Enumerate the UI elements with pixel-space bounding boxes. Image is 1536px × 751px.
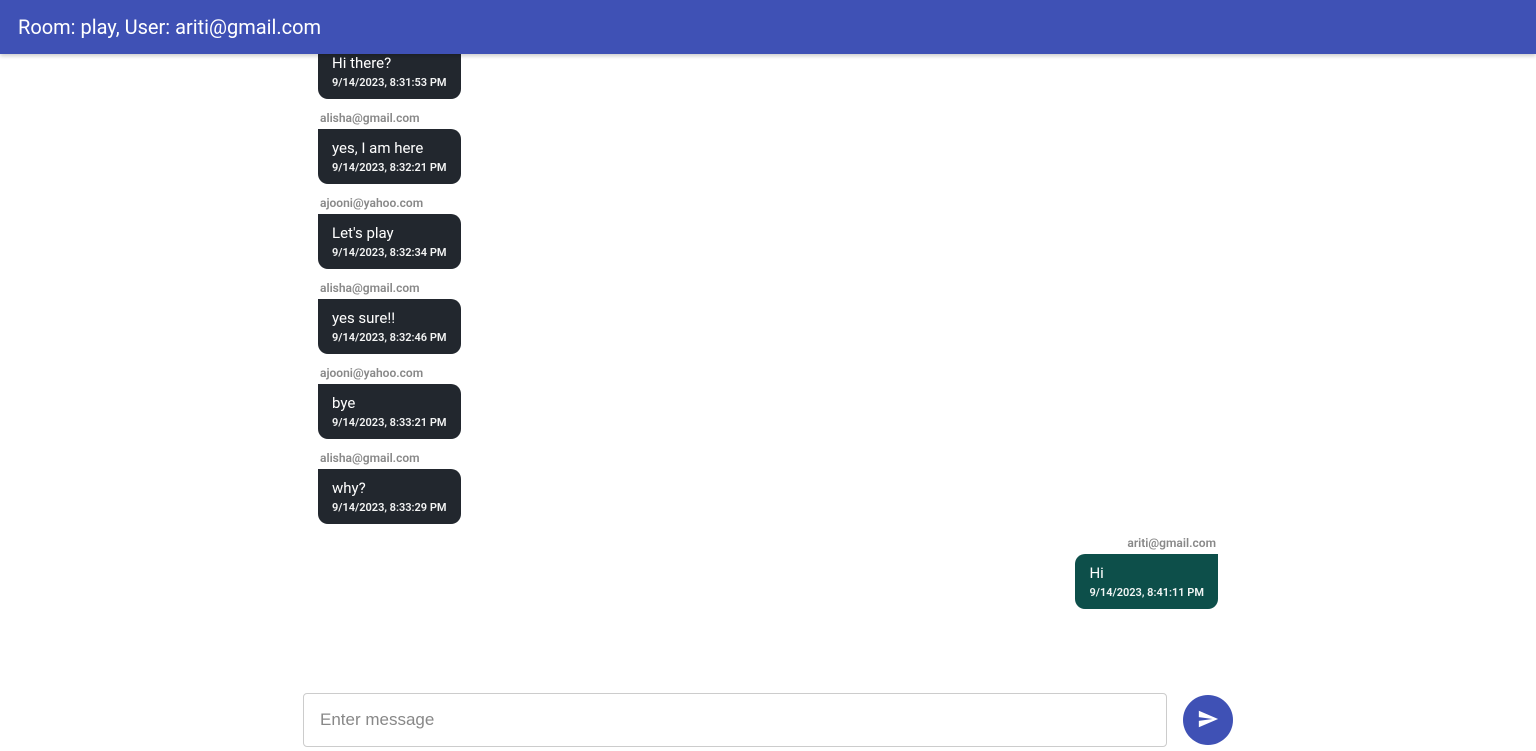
message-item: alisha@gmail.com yes, I am here 9/14/2023,… — [318, 111, 1218, 184]
message-sender: ajooni@yahoo.com — [318, 366, 425, 380]
message-timestamp: 9/14/2023, 8:32:21 PM — [332, 161, 447, 174]
message-item: ajooni@yahoo.comHi there?9/14/2023, 8:31… — [318, 64, 1218, 99]
message-timestamp: 9/14/2023, 8:32:46 PM — [332, 331, 447, 344]
message-sender: alisha@gmail.com — [318, 111, 422, 125]
message-timestamp: 9/14/2023, 8:33:29 PM — [332, 501, 447, 514]
message-item: alisha@gmail.com why? 9/14/2023, 8:33:29 P… — [318, 451, 1218, 524]
message-sender: ajooni@yahoo.com — [318, 196, 425, 210]
app-header: Room: play, User: ariti@gmail.com — [0, 0, 1536, 54]
room-user-title: Room: play, User: ariti@gmail.com — [18, 15, 321, 39]
message-text: yes, I am here — [332, 139, 447, 157]
message-item: ajooni@yahoo.com bye 9/14/2023, 8:33:21 PM — [318, 366, 1218, 439]
chat-container: ajooni@yahoo.com Hi there? 9/14/2023, 8:31… — [303, 54, 1233, 747]
input-row — [303, 683, 1233, 747]
send-icon — [1197, 708, 1219, 733]
message-sender: alisha@gmail.com — [318, 451, 422, 465]
message-text: Let's play — [332, 224, 447, 242]
message-bubble: Let's play 9/14/2023, 8:32:34 PM — [318, 214, 461, 269]
message-text: Hi there? — [332, 54, 447, 72]
message-text: Hi — [1089, 564, 1204, 582]
message-bubble: why? 9/14/2023, 8:33:29 PM — [318, 469, 461, 524]
message-item: ajooni@yahoo.com Let's play 9/14/2023, 8:3… — [318, 196, 1218, 269]
message-text: yes sure!! — [332, 309, 447, 327]
message-timestamp: 9/14/2023, 8:33:21 PM — [332, 416, 447, 429]
message-bubble: Hi 9/14/2023, 8:41:11 PM — [1075, 554, 1218, 609]
message-bubble: yes, I am here 9/14/2023, 8:32:21 PM — [318, 129, 461, 184]
message-sender: alisha@gmail.com — [318, 281, 422, 295]
message-item: ariti@gmail.com Hi 9/14/2023, 8:41:11 PM — [318, 536, 1218, 609]
message-item: alisha@gmail.com yes sure!! 9/14/2023, 8:3… — [318, 281, 1218, 354]
message-timestamp: 9/14/2023, 8:31:53 PM — [332, 76, 447, 89]
message-text: bye — [332, 394, 447, 412]
message-text: why? — [332, 479, 447, 497]
message-bubble: Hi there? 9/14/2023, 8:31:53 PM — [318, 54, 461, 99]
message-bubble: yes sure!! 9/14/2023, 8:32:46 PM — [318, 299, 461, 354]
message-input[interactable] — [303, 693, 1167, 747]
message-bubble: bye 9/14/2023, 8:33:21 PM — [318, 384, 461, 439]
message-timestamp: 9/14/2023, 8:32:34 PM — [332, 246, 447, 259]
message-timestamp: 9/14/2023, 8:41:11 PM — [1089, 586, 1204, 599]
send-button[interactable] — [1183, 695, 1233, 745]
messages-scroll-area[interactable]: ajooni@yahoo.com Hi there? 9/14/2023, 8:31… — [303, 54, 1233, 683]
message-sender: ariti@gmail.com — [1125, 536, 1218, 550]
